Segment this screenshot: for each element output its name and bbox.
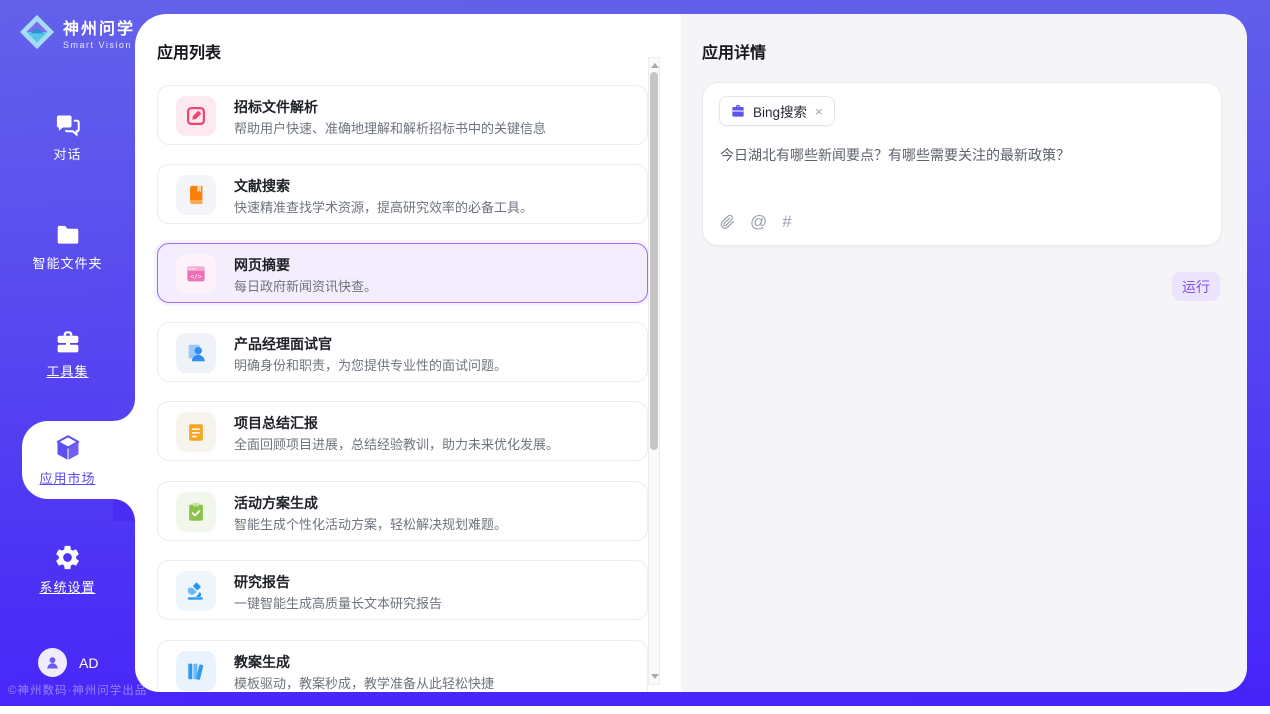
research-icon bbox=[176, 571, 216, 611]
app-list-title: 应用列表 bbox=[157, 39, 221, 63]
interviewer-icon bbox=[176, 333, 216, 373]
avatar bbox=[38, 648, 67, 677]
books-icon bbox=[176, 651, 216, 691]
at-icon[interactable]: @ bbox=[750, 213, 767, 231]
sidebar-item-settings[interactable]: 系统设置 bbox=[0, 543, 135, 596]
scrollbar[interactable] bbox=[648, 57, 660, 685]
folder-icon bbox=[53, 222, 83, 248]
scrollbar-thumb[interactable] bbox=[650, 72, 658, 450]
svg-text:</>: </> bbox=[190, 272, 202, 280]
tool-chip-bing-search[interactable]: Bing搜索 × bbox=[719, 96, 835, 126]
prompt-question-text[interactable]: 今日湖北有哪些新闻要点？有哪些需要关注的最新政策？ bbox=[720, 145, 1200, 165]
user-account[interactable]: AD bbox=[38, 648, 98, 677]
app-card[interactable]: 招标文件解析 帮助用户快速、准确地理解和解析招标书中的关键信息 bbox=[157, 85, 648, 145]
book-icon bbox=[176, 175, 216, 215]
app-name: 项目总结汇报 bbox=[234, 413, 318, 433]
app-desc: 一键智能生成高质量长文本研究报告 bbox=[234, 593, 442, 612]
scroll-down-icon[interactable] bbox=[651, 674, 659, 679]
app-name: 活动方案生成 bbox=[234, 493, 318, 513]
paperclip-icon[interactable] bbox=[720, 213, 735, 231]
app-card[interactable]: 文献搜索 快速精准查找学术资源，提高研究效率的必备工具。 bbox=[157, 164, 648, 224]
app-name: 网页摘要 bbox=[234, 255, 290, 275]
person-icon bbox=[44, 654, 61, 671]
edit-doc-icon bbox=[176, 96, 216, 136]
chip-close-icon[interactable]: × bbox=[814, 104, 824, 119]
brand-logo: 神州问学 Smart Vision bbox=[18, 13, 135, 51]
app-desc: 全面回顾项目进展，总结经验教训，助力未来优化发展。 bbox=[234, 434, 559, 453]
app-name: 招标文件解析 bbox=[234, 97, 318, 117]
app-card[interactable]: 项目总结汇报 全面回顾项目进展，总结经验教训，助力未来优化发展。 bbox=[157, 401, 648, 461]
app-name: 教案生成 bbox=[234, 652, 290, 672]
active-tab-curve-bottom bbox=[113, 499, 135, 521]
gear-icon bbox=[53, 543, 82, 572]
clipboard-check-icon bbox=[176, 492, 216, 532]
app-name: 研究报告 bbox=[234, 572, 290, 592]
prompt-toolbar: @ # bbox=[720, 213, 792, 231]
run-button[interactable]: 运行 bbox=[1172, 272, 1220, 301]
brand-subtitle: Smart Vision bbox=[63, 40, 135, 50]
app-desc: 帮助用户快速、准确地理解和解析招标书中的关键信息 bbox=[234, 118, 546, 137]
app-card[interactable]: 活动方案生成 智能生成个性化活动方案，轻松解决规划难题。 bbox=[157, 481, 648, 541]
web-page-icon: </> bbox=[176, 254, 216, 294]
app-name: 产品经理面试官 bbox=[234, 334, 332, 354]
tool-chip-label: Bing搜索 bbox=[753, 101, 807, 121]
sidebar-item-app-market[interactable]: 应用市场 bbox=[0, 433, 135, 487]
app-desc: 智能生成个性化活动方案，轻松解决规划难题。 bbox=[234, 514, 507, 533]
sidebar-item-chat[interactable]: 对话 bbox=[0, 111, 135, 163]
briefcase-icon bbox=[730, 103, 746, 119]
sidebar: 神州问学 Smart Vision 对话 智能文件夹 工具 bbox=[0, 0, 135, 706]
sidebar-item-label: 工具集 bbox=[0, 361, 135, 380]
user-name: AD bbox=[79, 655, 98, 671]
app-name: 文献搜索 bbox=[234, 176, 290, 196]
copyright-text: ©神州数码·神州问学出品 bbox=[8, 682, 147, 698]
app-card[interactable]: 产品经理面试官 明确身份和职责，为您提供专业性的面试问题。 bbox=[157, 322, 648, 382]
notepad-icon bbox=[176, 412, 216, 452]
app-detail-title: 应用详情 bbox=[702, 39, 766, 63]
app-desc: 明确身份和职责，为您提供专业性的面试问题。 bbox=[234, 355, 507, 374]
sidebar-item-label: 系统设置 bbox=[0, 577, 135, 596]
active-tab-curve-top bbox=[113, 399, 135, 421]
prompt-editor-card[interactable]: Bing搜索 × 今日湖北有哪些新闻要点？有哪些需要关注的最新政策？ @ # bbox=[702, 82, 1222, 246]
brand-name: 神州问学 bbox=[63, 15, 135, 39]
sidebar-item-label: 智能文件夹 bbox=[0, 253, 135, 272]
sidebar-item-toolset[interactable]: 工具集 bbox=[0, 329, 135, 380]
app-card[interactable]: 教案生成 模板驱动，教案秒成，教学准备从此轻松快捷 bbox=[157, 640, 648, 692]
cube-icon bbox=[53, 433, 83, 463]
sidebar-item-label: 应用市场 bbox=[0, 468, 135, 487]
app-list-panel: 应用列表 招标文件解析 帮助用户快速、准确地理解和解析招标书中的关键信息 文献搜… bbox=[135, 14, 681, 692]
app-frame: 神州问学 Smart Vision 对话 智能文件夹 工具 bbox=[0, 0, 1270, 706]
sidebar-item-label: 对话 bbox=[0, 144, 135, 163]
chat-icon bbox=[53, 111, 83, 139]
app-desc: 模板驱动，教案秒成，教学准备从此轻松快捷 bbox=[234, 673, 494, 692]
toolbox-icon bbox=[53, 329, 83, 356]
hash-icon[interactable]: # bbox=[782, 213, 791, 231]
app-card[interactable]: 研究报告 一键智能生成高质量长文本研究报告 bbox=[157, 560, 648, 620]
scroll-up-icon[interactable] bbox=[651, 63, 659, 68]
app-desc: 快速精准查找学术资源，提高研究效率的必备工具。 bbox=[234, 197, 533, 216]
diamond-logo-icon bbox=[18, 13, 56, 51]
app-desc: 每日政府新闻资讯快查。 bbox=[234, 276, 377, 295]
app-card-selected[interactable]: </> 网页摘要 每日政府新闻资讯快查。 bbox=[157, 243, 648, 303]
sidebar-item-smart-folders[interactable]: 智能文件夹 bbox=[0, 222, 135, 272]
app-detail-panel: 应用详情 Bing搜索 × 今日湖北有哪些新闻要点？有哪些需要关注的最新政策？ … bbox=[681, 14, 1247, 692]
